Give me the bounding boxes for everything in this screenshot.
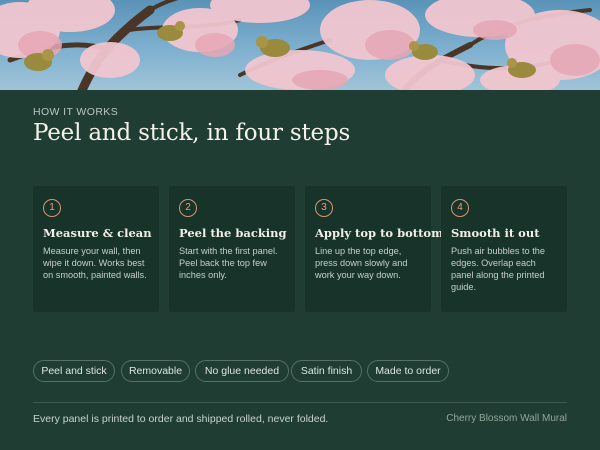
tag-chip: Satin finish [291,360,362,382]
tag-chip: Removable [121,360,190,382]
step-number-badge: 3 [315,199,333,217]
tag-chip: Made to order [367,360,449,382]
divider [33,402,567,403]
step-card-4: 4 Smooth it out Push air bubbles to the … [441,186,567,312]
tag-chip: No glue needed [195,360,289,382]
section-title: Peel and stick, in four steps [33,120,351,146]
step-title: Peel the backing [179,226,287,240]
steps-list: 1 Measure & clean Measure your wall, the… [33,186,567,312]
step-description: Start with the first panel. Peel back th… [179,246,278,280]
step-description: Measure your wall, then wipe it down. Wo… [43,246,147,280]
step-title: Measure & clean [43,226,152,240]
section-eyebrow: HOW IT WORKS [33,106,119,118]
shipping-note: Every panel is printed to order and ship… [33,413,329,425]
step-title: Apply top to bottom [315,226,444,240]
step-card-1: 1 Measure & clean Measure your wall, the… [33,186,159,312]
product-name: Cherry Blossom Wall Mural [446,413,567,424]
step-number-badge: 2 [179,199,197,217]
step-card-2: 2 Peel the backing Start with the first … [169,186,295,312]
step-description: Line up the top edge, press down slowly … [315,246,408,280]
step-number-badge: 1 [43,199,61,217]
step-card-3: 3 Apply top to bottom Line up the top ed… [305,186,444,312]
mural-banner-image [0,0,600,90]
step-title: Smooth it out [451,226,540,240]
step-description: Push air bubbles to the edges. Overlap e… [451,246,545,292]
step-number-badge: 4 [451,199,469,217]
tag-chip: Peel and stick [33,360,115,382]
